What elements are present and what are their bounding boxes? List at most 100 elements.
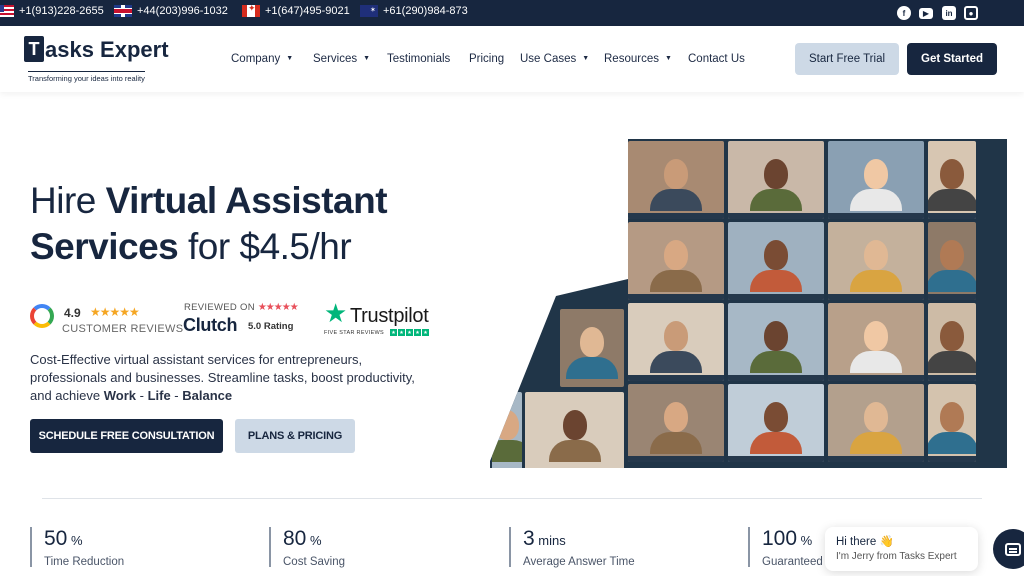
person-face bbox=[940, 240, 964, 270]
phone-number: +61(290)984-873 bbox=[383, 5, 468, 17]
instagram-icon[interactable]: ● bbox=[964, 6, 978, 20]
person-body bbox=[850, 189, 902, 211]
tile-controls-bar bbox=[828, 456, 924, 462]
hero-title-part: for $4.5/hr bbox=[178, 226, 352, 267]
stat-unit: mins bbox=[534, 533, 566, 548]
video-tile bbox=[928, 384, 976, 462]
video-tile bbox=[728, 384, 824, 462]
stat-label: Time Reduction bbox=[44, 556, 125, 568]
tile-controls-bar bbox=[928, 213, 976, 219]
person-body bbox=[650, 270, 702, 292]
linkedin-icon[interactable]: in bbox=[942, 6, 956, 20]
star-rating-icon: ★★★★★ bbox=[90, 305, 140, 319]
video-tile bbox=[728, 141, 824, 219]
stat-cost-saving: 80 % Cost Saving bbox=[269, 527, 346, 568]
desc-life: Life bbox=[147, 388, 171, 403]
stat-number: 80 bbox=[283, 527, 307, 550]
desc-sep: - bbox=[136, 388, 148, 403]
stat-value: 80 % bbox=[283, 527, 345, 553]
person-face bbox=[864, 159, 888, 189]
us-flag-icon bbox=[0, 5, 14, 17]
nav-company[interactable]: Company ▼ bbox=[231, 53, 293, 65]
clutch-reviewed-label: REVIEWED ON ★★★★★ bbox=[184, 302, 299, 313]
trustpilot-sub: FIVE STAR REVIEWS bbox=[324, 330, 385, 336]
video-tile bbox=[525, 392, 624, 468]
stat-number: 3 bbox=[523, 527, 535, 550]
start-free-trial-button[interactable]: Start Free Trial bbox=[795, 43, 899, 75]
nav-services[interactable]: Services ▼ bbox=[313, 53, 370, 65]
google-rating: 4.9 bbox=[64, 306, 81, 320]
video-tile bbox=[628, 303, 724, 381]
main-navbar: Tasks Expert Transforming your ideas int… bbox=[0, 26, 1024, 92]
phone-number: +1(647)495-9021 bbox=[265, 5, 350, 17]
person-face bbox=[864, 402, 888, 432]
person-face bbox=[940, 159, 964, 189]
stat-value: 3 mins bbox=[523, 527, 635, 553]
person-body bbox=[850, 270, 902, 292]
person-face bbox=[664, 402, 688, 432]
video-tile bbox=[828, 141, 924, 219]
stat-value: 100 % bbox=[762, 527, 823, 553]
video-tile bbox=[928, 303, 976, 381]
nav-label: Services bbox=[313, 53, 358, 65]
phone-number: +44(203)996-1032 bbox=[137, 5, 228, 17]
person-body bbox=[850, 351, 902, 373]
nav-resources[interactable]: Resources ▼ bbox=[604, 53, 672, 65]
nav-label: Testimonials bbox=[387, 53, 451, 65]
phone-us[interactable]: +1(913)228-2655 bbox=[0, 5, 104, 17]
person-face bbox=[764, 402, 788, 432]
stat-number: 50 bbox=[44, 527, 68, 550]
chevron-down-icon: ▼ bbox=[582, 55, 590, 63]
trustpilot-stars-icon: ★ ★ ★ ★ ★ bbox=[390, 329, 429, 336]
trustpilot-star-icon: ★ bbox=[324, 298, 348, 328]
tile-controls-bar bbox=[728, 294, 824, 300]
logo[interactable]: Tasks Expert Transforming your ideas int… bbox=[24, 36, 169, 83]
nav-pricing[interactable]: Pricing bbox=[469, 53, 504, 65]
phone-canada[interactable]: +1(647)495-9021 bbox=[242, 5, 350, 17]
tile-controls-bar bbox=[628, 213, 724, 219]
video-tile bbox=[828, 303, 924, 381]
stat-label: Guaranteed bbox=[762, 556, 823, 568]
stat-value: 50 % bbox=[44, 527, 124, 553]
video-tile bbox=[928, 141, 976, 219]
person-body bbox=[928, 432, 976, 454]
tile-controls-bar bbox=[628, 456, 724, 462]
tile-controls-bar bbox=[828, 213, 924, 219]
phone-australia[interactable]: +61(290)984-873 bbox=[360, 5, 468, 17]
tile-controls-bar bbox=[828, 294, 924, 300]
nav-label: Contact Us bbox=[688, 53, 745, 65]
plans-pricing-button[interactable]: PLANS & PRICING bbox=[235, 419, 355, 453]
chat-greeting: Hi there 👋 bbox=[836, 536, 894, 548]
trustpilot-logo: Trustpilot bbox=[350, 305, 429, 327]
phone-uk[interactable]: +44(203)996-1032 bbox=[114, 5, 228, 17]
video-tile bbox=[828, 384, 924, 462]
canada-flag-icon bbox=[242, 5, 260, 17]
video-tile bbox=[928, 222, 976, 300]
video-tile bbox=[728, 303, 824, 381]
nav-label: Resources bbox=[604, 53, 659, 65]
nav-contact-us[interactable]: Contact Us bbox=[688, 53, 745, 65]
review-badges: 4.9 ★★★★★ CUSTOMER REVIEWS REVIEWED ON ★… bbox=[30, 296, 440, 346]
chat-greeting-bubble[interactable]: Hi there 👋 I'm Jerry from Tasks Expert bbox=[825, 527, 978, 571]
person-body bbox=[928, 351, 976, 373]
chat-launcher-button[interactable] bbox=[993, 529, 1024, 569]
uk-flag-icon bbox=[114, 5, 132, 17]
person-face bbox=[664, 321, 688, 351]
facebook-icon[interactable]: f bbox=[897, 6, 911, 20]
desc-balance: Balance bbox=[182, 388, 233, 403]
person-body bbox=[548, 440, 601, 462]
stat-time-reduction: 50 % Time Reduction bbox=[30, 527, 125, 568]
nav-use-cases[interactable]: Use Cases ▼ bbox=[520, 53, 589, 65]
get-started-button[interactable]: Get Started bbox=[907, 43, 997, 75]
youtube-icon[interactable]: ▶ bbox=[919, 8, 933, 19]
tile-controls-bar bbox=[928, 375, 976, 381]
video-call-grid-image bbox=[490, 139, 1007, 468]
hero-title-part: Hire bbox=[30, 180, 106, 221]
schedule-consultation-button[interactable]: SCHEDULE FREE CONSULTATION bbox=[30, 419, 223, 453]
logo-tagline: Transforming your ideas into reality bbox=[28, 71, 145, 83]
chevron-down-icon: ▼ bbox=[363, 55, 371, 63]
video-tile bbox=[628, 222, 724, 300]
nav-testimonials[interactable]: Testimonials bbox=[387, 53, 450, 65]
stat-label: Cost Saving bbox=[283, 556, 346, 568]
tile-controls-bar bbox=[828, 375, 924, 381]
